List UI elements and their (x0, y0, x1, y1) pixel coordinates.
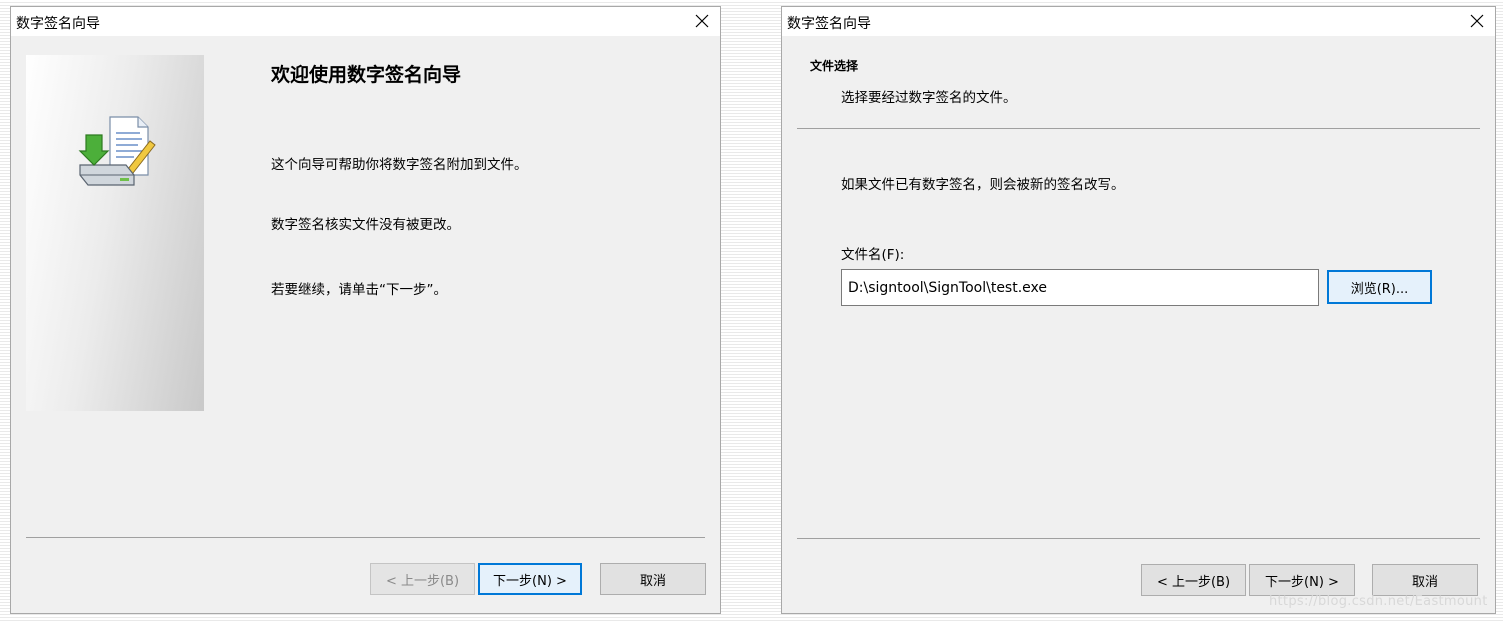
watermark-text: https://blog.csdn.net/Eastmount (1269, 594, 1488, 609)
overwrite-notice: 如果文件已有数字签名，则会被新的签名改写。 (841, 177, 1125, 193)
cancel-button[interactable]: 取消 (600, 563, 706, 595)
footer-divider (26, 537, 705, 538)
back-button[interactable]: < 上一步(B) (370, 563, 475, 595)
title-bar[interactable]: 数字签名向导 (782, 7, 1495, 36)
next-button[interactable]: 下一步(N) > (1249, 564, 1355, 596)
close-icon (1470, 14, 1484, 28)
browse-button[interactable]: 浏览(R)... (1327, 270, 1432, 304)
description-text: 数字签名核实文件没有被更改。 (271, 217, 460, 233)
continue-instruction: 若要继续，请单击“下一步”。 (271, 282, 447, 298)
window-title: 数字签名向导 (787, 16, 871, 32)
description-text: 这个向导可帮助你将数字签名附加到文件。 (271, 157, 528, 173)
file-selection-dialog: 数字签名向导 文件选择 选择要经过数字签名的文件。 如果文件已有数字签名，则会被… (781, 6, 1496, 614)
next-button[interactable]: 下一步(N) > (478, 563, 582, 595)
header-divider (797, 128, 1480, 129)
title-bar[interactable]: 数字签名向导 (11, 7, 720, 36)
back-button[interactable]: < 上一步(B) (1141, 564, 1246, 596)
cancel-button[interactable]: 取消 (1372, 564, 1478, 596)
close-icon (695, 14, 709, 28)
filename-label: 文件名(F): (841, 247, 905, 263)
filename-input[interactable] (841, 269, 1319, 306)
welcome-dialog: 数字签名向导 欢迎使用数字签名向导 这个向导可帮助你将数字签名附加到文件。 数字… (10, 6, 721, 614)
section-subtitle: 选择要经过数字签名的文件。 (841, 90, 1017, 106)
footer-divider (797, 538, 1480, 539)
digital-signature-wizard-icon (78, 116, 156, 186)
close-button[interactable] (688, 7, 716, 35)
window-title: 数字签名向导 (16, 16, 100, 32)
close-button[interactable] (1463, 7, 1491, 35)
section-title: 文件选择 (810, 59, 859, 73)
wizard-heading: 欢迎使用数字签名向导 (271, 64, 462, 86)
wizard-side-panel (26, 55, 204, 411)
